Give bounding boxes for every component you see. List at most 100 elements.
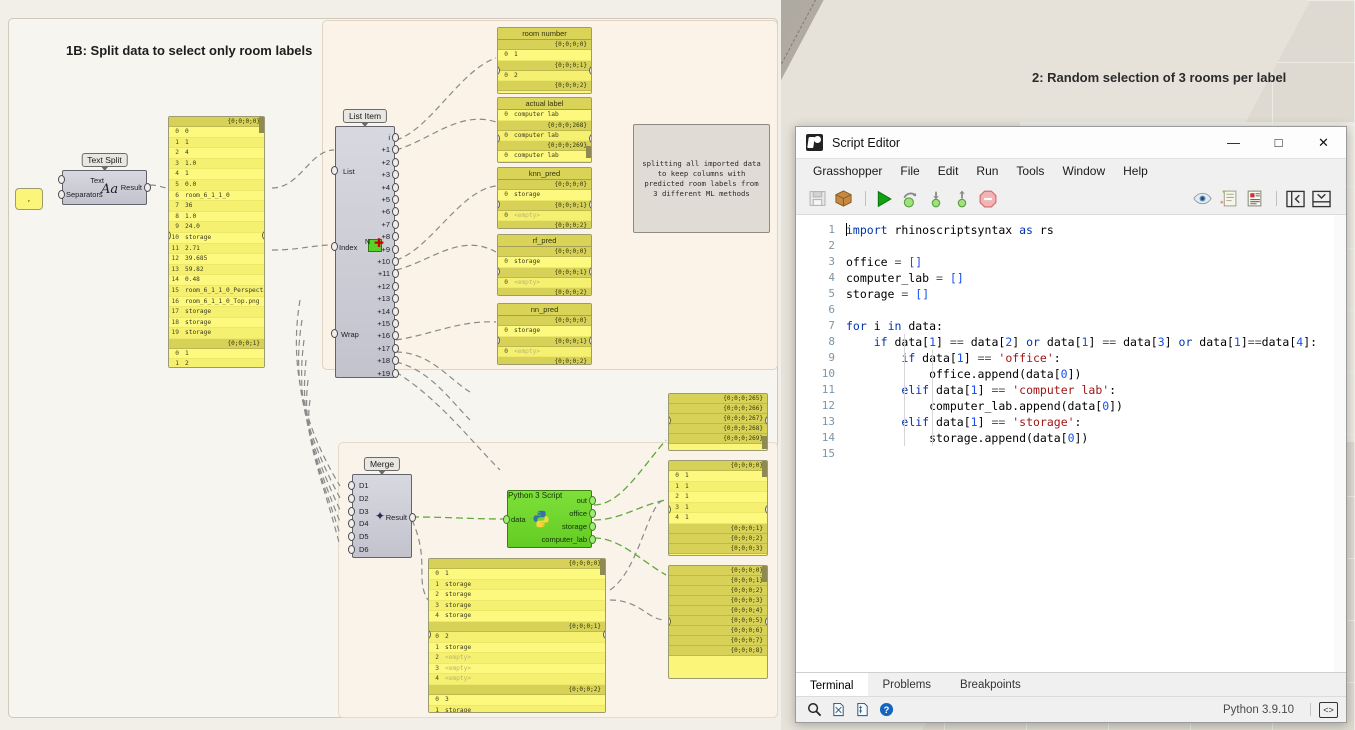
port-plus5[interactable]: +5 bbox=[381, 195, 390, 204]
port-d1[interactable]: D1 bbox=[359, 481, 369, 490]
port-wrap[interactable]: Wrap bbox=[341, 330, 359, 339]
input-nub-d5[interactable] bbox=[348, 532, 355, 541]
panel-output-nub[interactable] bbox=[589, 66, 592, 75]
code-line[interactable]: computer_lab.append(data[0]) bbox=[843, 398, 1346, 414]
port-plus3[interactable]: +3 bbox=[381, 170, 390, 179]
output-nub-result[interactable] bbox=[144, 183, 151, 192]
run-icon[interactable] bbox=[873, 188, 895, 210]
input-nub-separators[interactable] bbox=[58, 190, 65, 199]
code-text-area[interactable]: import rhinoscriptsyntax as rs office = [… bbox=[843, 215, 1346, 672]
panel-output-nub[interactable] bbox=[262, 231, 265, 240]
reset-icon[interactable] bbox=[899, 188, 921, 210]
port-plus12[interactable]: +12 bbox=[377, 282, 390, 291]
panel-rf-pred[interactable]: rf_pred {0;0;0;0}0storage{0;0;0;1}0<empt… bbox=[497, 234, 592, 296]
port-plus17[interactable]: +17 bbox=[377, 344, 390, 353]
code-line[interactable]: computer_lab = [] bbox=[843, 270, 1346, 286]
port-d3[interactable]: D3 bbox=[359, 507, 369, 516]
output-nub-plus5[interactable] bbox=[392, 195, 399, 204]
separator-input-panel[interactable]: , bbox=[15, 188, 43, 210]
output-nub-plus12[interactable] bbox=[392, 282, 399, 291]
code-line[interactable] bbox=[843, 302, 1346, 318]
collapse-bottom-icon[interactable] bbox=[1310, 188, 1332, 210]
output-nub-out[interactable] bbox=[589, 496, 596, 505]
tab-problems[interactable]: Problems bbox=[868, 673, 946, 696]
port-out[interactable]: out bbox=[577, 496, 587, 505]
panel-scrollbar[interactable] bbox=[586, 146, 591, 158]
panel-ones[interactable]: {0;0;0;0}0111213141{0;0;0;1}{0;0;0;2}{0;… bbox=[668, 460, 768, 556]
menu-item-tools[interactable]: Tools bbox=[1007, 161, 1053, 181]
input-nub-index[interactable] bbox=[331, 242, 338, 251]
port-list[interactable]: List bbox=[343, 167, 355, 176]
panel-output-nub[interactable] bbox=[589, 134, 592, 143]
output-nub-storage[interactable] bbox=[589, 522, 596, 531]
output-nub-plus14[interactable] bbox=[392, 307, 399, 316]
panel-actual-label[interactable]: actual label 0computer lab{0;0;0;268}0co… bbox=[497, 97, 592, 163]
component-list-item[interactable]: List Item List Index Wrap N ✚ i+1+2+3+4+… bbox=[335, 126, 395, 378]
panel-output-nub[interactable] bbox=[589, 267, 592, 276]
output-nub-plus15[interactable] bbox=[392, 319, 399, 328]
port-plus7[interactable]: +7 bbox=[381, 220, 390, 229]
search-icon[interactable] bbox=[804, 699, 825, 720]
tab-breakpoints[interactable]: Breakpoints bbox=[946, 673, 1036, 696]
menu-item-window[interactable]: Window bbox=[1053, 161, 1114, 181]
port-plus15[interactable]: +15 bbox=[377, 319, 390, 328]
close-button[interactable]: ✕ bbox=[1301, 127, 1346, 159]
package-icon[interactable] bbox=[832, 188, 854, 210]
menu-item-edit[interactable]: Edit bbox=[929, 161, 968, 181]
port-i[interactable]: i bbox=[388, 133, 390, 142]
port-separators[interactable]: Separators bbox=[66, 190, 103, 199]
output-nub-plus17[interactable] bbox=[392, 344, 399, 353]
panel-scrollbar[interactable] bbox=[259, 117, 264, 133]
panel-output-nub[interactable] bbox=[765, 617, 768, 626]
code-editor[interactable]: 123456789101112131415 import rhinoscript… bbox=[796, 215, 1346, 672]
title-bar[interactable]: Script Editor — □ ✕ bbox=[796, 127, 1346, 159]
note-splitting-description[interactable]: splitting all imported data to keep colu… bbox=[633, 124, 770, 233]
panel-scrollbar[interactable] bbox=[600, 559, 605, 575]
port-d2[interactable]: D2 bbox=[359, 494, 369, 503]
port-result[interactable]: Result bbox=[121, 183, 142, 192]
script-editor-window[interactable]: Script Editor — □ ✕ Grasshopper File Edi… bbox=[795, 126, 1347, 723]
port-plus9[interactable]: +9 bbox=[381, 245, 390, 254]
port-plus4[interactable]: +4 bbox=[381, 183, 390, 192]
panel-paths-bottom-right[interactable]: {0;0;0;0}{0;0;0;1}{0;0;0;2}{0;0;0;3}{0;0… bbox=[668, 565, 768, 679]
menu-item-grasshopper[interactable]: Grasshopper bbox=[804, 161, 891, 181]
output-nub-office[interactable] bbox=[589, 509, 596, 518]
input-nub-text[interactable] bbox=[58, 175, 65, 184]
grasshopper-canvas[interactable]: 1B: Split data to select only room label… bbox=[0, 0, 781, 730]
port-plus19[interactable]: +19 bbox=[377, 369, 390, 378]
port-plus1[interactable]: +1 bbox=[381, 145, 390, 154]
minimize-button[interactable]: — bbox=[1211, 127, 1256, 159]
port-d4[interactable]: D4 bbox=[359, 519, 369, 528]
input-nub-d2[interactable] bbox=[348, 494, 355, 503]
code-line[interactable] bbox=[843, 238, 1346, 254]
port-d5[interactable]: D5 bbox=[359, 532, 369, 541]
panel-output-nub[interactable] bbox=[765, 416, 768, 425]
code-line[interactable]: import rhinoscriptsyntax as rs bbox=[843, 222, 1346, 238]
port-plus13[interactable]: +13 bbox=[377, 294, 390, 303]
code-line[interactable]: if data[1] == 'office': bbox=[843, 350, 1346, 366]
port-storage[interactable]: storage bbox=[562, 522, 587, 531]
code-line[interactable]: storage = [] bbox=[843, 286, 1346, 302]
menu-item-run[interactable]: Run bbox=[967, 161, 1007, 181]
port-result[interactable]: Result bbox=[386, 513, 407, 522]
port-plus14[interactable]: +14 bbox=[377, 307, 390, 316]
panel-scrollbar[interactable] bbox=[762, 461, 767, 477]
panel-output-nub[interactable] bbox=[765, 505, 768, 514]
code-line[interactable]: office = [] bbox=[843, 254, 1346, 270]
menu-item-file[interactable]: File bbox=[891, 161, 928, 181]
component-text-split[interactable]: Text Split Text Separators Result A𝑎 bbox=[62, 170, 147, 205]
panel-room-number[interactable]: room number {0;0;0;0}01{0;0;0;1}02{0;0;0… bbox=[497, 27, 592, 94]
panel-merged-output[interactable]: {0;0;0;0}011storage2storage3storage4stor… bbox=[428, 558, 606, 713]
port-plus8[interactable]: +8 bbox=[381, 232, 390, 241]
input-nub-d3[interactable] bbox=[348, 507, 355, 516]
stop-icon[interactable] bbox=[977, 188, 999, 210]
panel-output-nub[interactable] bbox=[589, 336, 592, 345]
port-plus6[interactable]: +6 bbox=[381, 207, 390, 216]
tab-terminal[interactable]: Terminal bbox=[796, 673, 868, 696]
editor-vertical-scrollbar[interactable] bbox=[1334, 215, 1346, 672]
help-icon[interactable]: ? bbox=[876, 699, 897, 720]
input-nub-list[interactable] bbox=[331, 166, 338, 175]
panel-paths-top-right[interactable]: {0;0;0;265}{0;0;0;266}{0;0;0;267}{0;0;0;… bbox=[668, 393, 768, 451]
eye-icon[interactable] bbox=[1191, 188, 1213, 210]
code-toggle-icon[interactable]: <> bbox=[1319, 702, 1338, 718]
